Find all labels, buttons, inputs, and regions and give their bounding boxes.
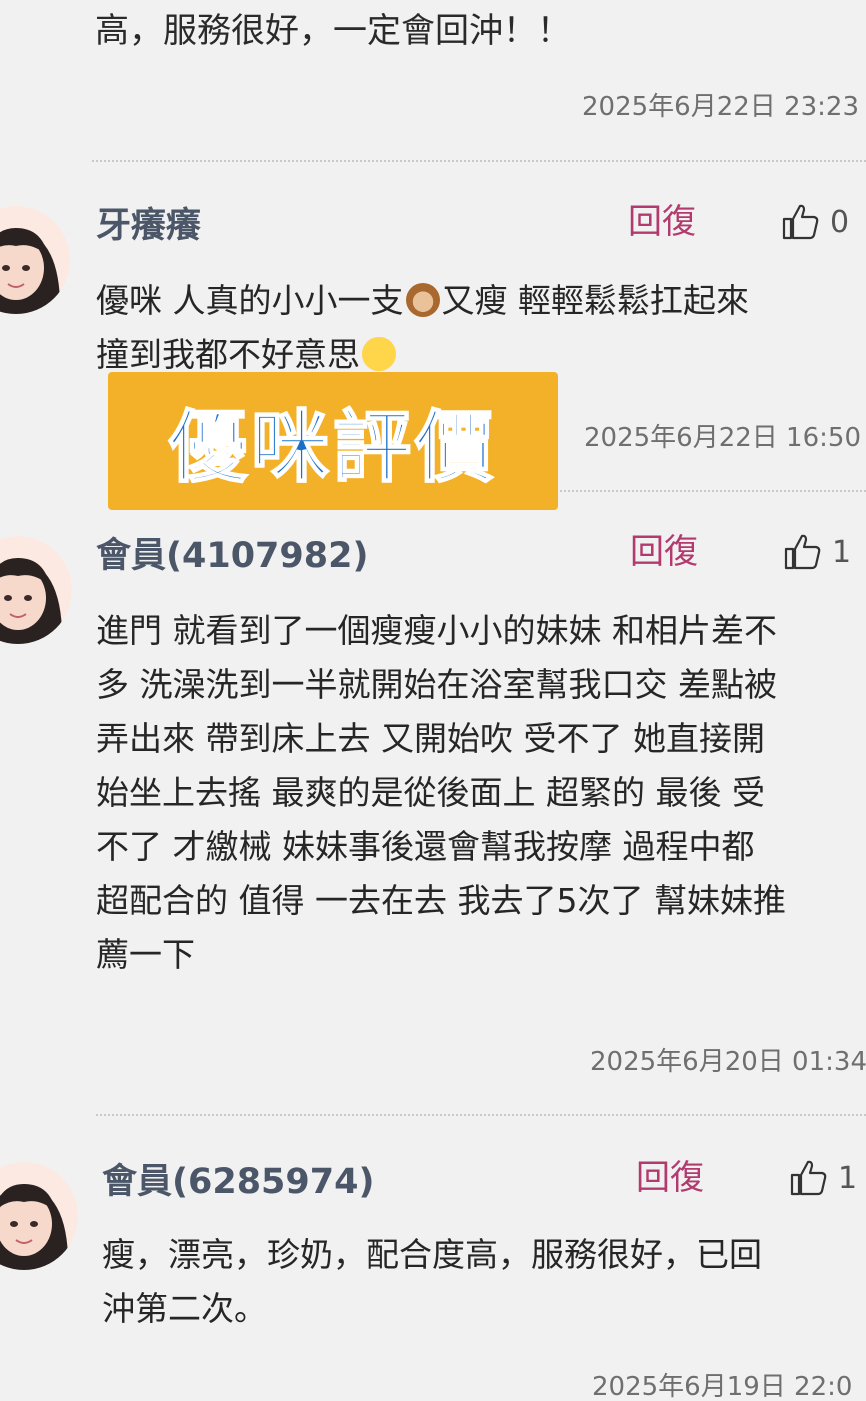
thumbs-up-icon [784,534,821,570]
like-button[interactable]: 0 [780,200,849,244]
comment-body: 進門 就看到了一個瘦瘦小小的妹妹 和相片差不 多 洗澡洗到一半就開始在浴室幫我口… [96,604,786,982]
comment-line: 沖第二次。 [102,1289,267,1328]
avatar[interactable] [0,206,70,314]
review-banner: 優咪評價 [108,372,558,510]
comment-body: 優咪 人真的小小一支 又瘦 輕輕鬆鬆扛起來 撞到我都不好意思 [96,274,749,382]
reply-button[interactable]: 回復 [628,200,696,244]
comment-timestamp: 2025年6月19日 22:0 [592,1372,853,1401]
comment-author[interactable]: 會員(6285974) [102,1160,374,1204]
comment-author[interactable]: 會員(4107982) [96,534,368,578]
comment-line: 優咪 人真的小小一支 又瘦 輕輕鬆鬆扛起來 [96,281,749,320]
thumbs-up-icon [790,1160,827,1196]
like-count: 0 [830,204,850,240]
comment-line: 不了 才繳械 妹妹事後還會幫我按摩 過程中都 [96,827,755,866]
comment-line: 弄出來 帶到床上去 又開始吹 受不了 她直接開 [96,719,765,758]
comment-line: 薦一下 [96,935,195,974]
avatar[interactable] [0,536,72,644]
comment-line: 超配合的 值得 一去在去 我去了5次了 幫妹妹推 [96,881,786,920]
comment-line: 瘦，漂亮，珍奶，配合度高，服務很好，已回 [102,1235,762,1274]
reply-button[interactable]: 回復 [636,1156,704,1200]
comment-divider [560,490,866,492]
avatar-image [0,1162,78,1270]
comment-timestamp: 2025年6月20日 01:34 [590,1047,866,1077]
comment-timestamp: 2025年6月22日 23:23 [582,92,859,122]
comment-author[interactable]: 牙癢癢 [96,204,201,248]
comment-line: 始坐上去搖 最爽的是從後面上 超緊的 最後 受 [96,773,765,812]
like-count: 1 [838,1160,858,1196]
comment-line: 多 洗澡洗到一半就開始在浴室幫我口交 差點被 [96,665,777,704]
comment-divider [92,160,866,162]
banner-title: 優咪評價 [168,402,497,494]
comment-list: 高，服務很好，一定會回沖！！ 2025年6月22日 23:23 牙癢癢 回復 0… [0,0,866,1401]
comment-line: 進門 就看到了一個瘦瘦小小的妹妹 和相片差不 [96,611,777,650]
like-button[interactable]: 1 [788,1156,857,1200]
thumbs-up-icon [782,204,819,240]
avatar-image [0,536,72,644]
reply-button[interactable]: 回復 [630,530,698,574]
comment-body-tail: 高，服務很好，一定會回沖！！ [95,11,571,51]
grinning-sweat-emoji [362,337,396,371]
comment-body: 瘦，漂亮，珍奶，配合度高，服務很好，已回 沖第二次。 [102,1228,762,1336]
like-button[interactable]: 1 [782,530,851,574]
see-no-evil-monkey-emoji [405,283,440,317]
like-count: 1 [832,534,852,570]
comment-timestamp: 2025年6月22日 16:50 [584,423,861,453]
avatar-image [0,206,70,314]
avatar[interactable] [0,1162,78,1270]
comment-divider [96,1114,866,1116]
